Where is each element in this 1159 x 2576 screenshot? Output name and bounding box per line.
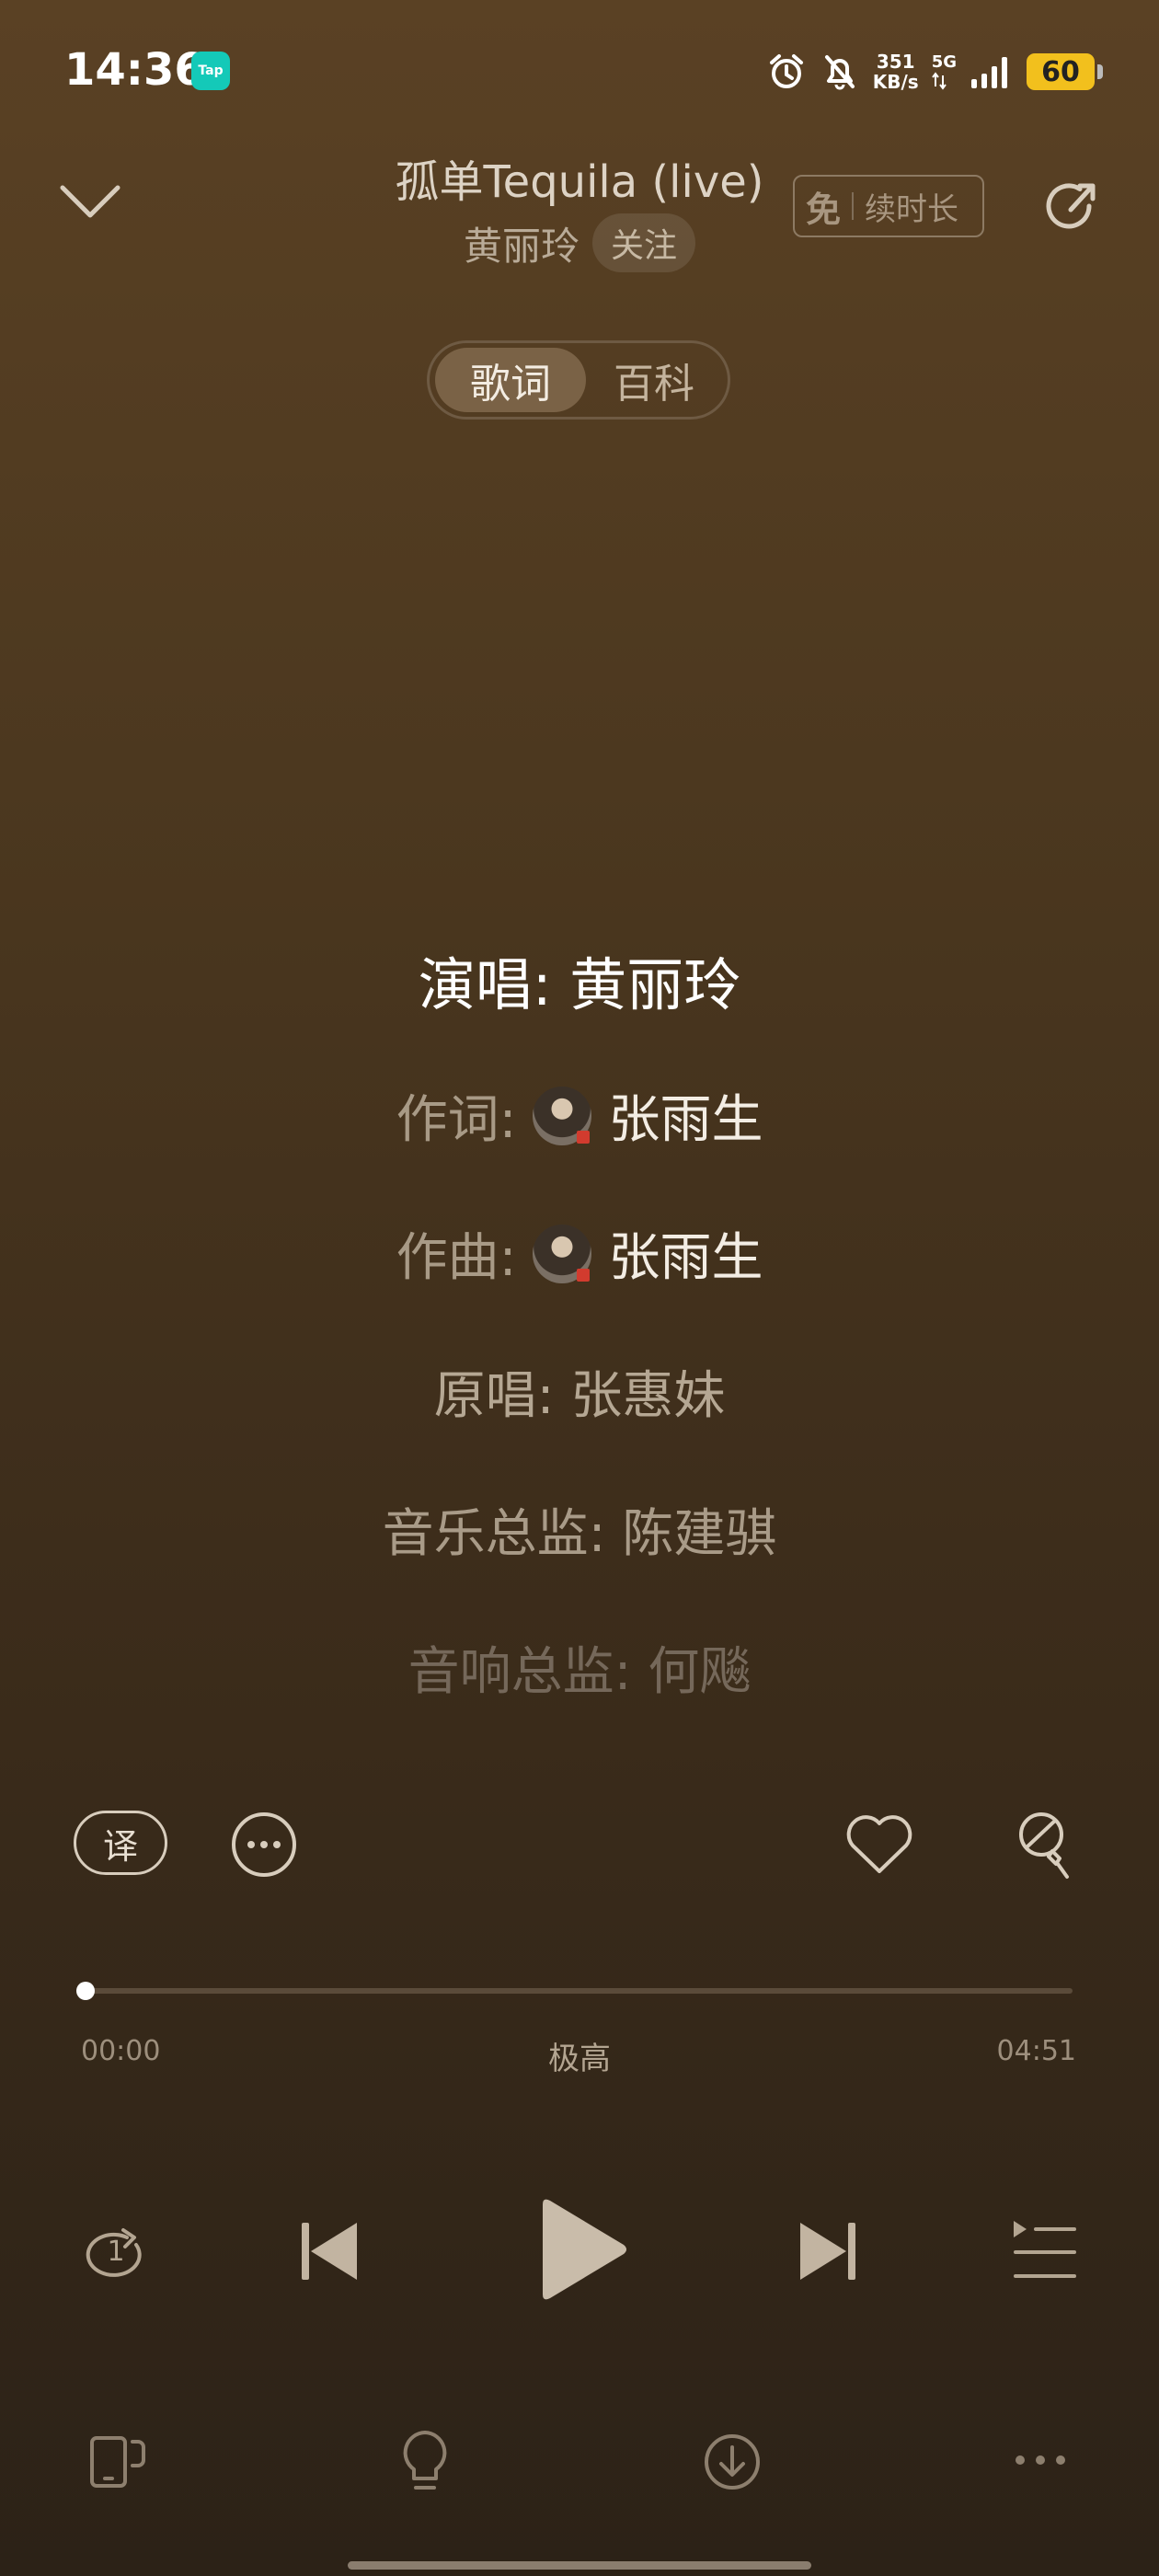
karaoke-microphone-icon[interactable] bbox=[1016, 1809, 1076, 1882]
extend-duration-button[interactable]: 免 续时长 bbox=[793, 175, 984, 237]
battery-indicator: 60 bbox=[1027, 53, 1103, 90]
avatar[interactable] bbox=[533, 1224, 592, 1283]
lyric-line-singer: 演唱: 黄丽玲 bbox=[418, 951, 741, 1018]
share-refresh-icon[interactable] bbox=[1036, 173, 1102, 239]
status-icons: 351 KB/s 5G 60 bbox=[766, 46, 1103, 98]
avatar[interactable] bbox=[533, 1086, 592, 1145]
progress-track[interactable] bbox=[83, 1988, 1073, 1994]
alarm-icon bbox=[769, 54, 803, 88]
lyric-line-music-director: 音乐总监: 陈建骐 bbox=[382, 1504, 777, 1564]
status-time: 14:36 bbox=[64, 44, 205, 96]
download-icon[interactable] bbox=[703, 2432, 762, 2491]
lightbulb-icon[interactable] bbox=[399, 2429, 451, 2495]
total-time: 04:51 bbox=[996, 2035, 1076, 2067]
free-badge: 免 bbox=[806, 189, 842, 230]
network-5g-label: 5G bbox=[931, 52, 957, 72]
next-track-icon[interactable] bbox=[797, 2219, 857, 2283]
artist-name[interactable]: 黄丽玲 bbox=[464, 215, 580, 271]
play-icon[interactable] bbox=[532, 2197, 629, 2306]
network-speed-unit: KB/s bbox=[872, 71, 919, 93]
progress-knob[interactable] bbox=[76, 1982, 95, 2000]
more-menu-icon[interactable] bbox=[1014, 2451, 1067, 2469]
network-type: 5G bbox=[932, 53, 957, 90]
data-arrows-icon bbox=[931, 72, 947, 90]
network-speed-value: 351 bbox=[876, 51, 915, 73]
lyricist-name[interactable]: 张雨生 bbox=[608, 1078, 763, 1153]
tab-wiki[interactable]: 百科 bbox=[586, 348, 722, 412]
playlist-queue-icon[interactable] bbox=[1012, 2219, 1076, 2280]
audio-quality-button[interactable]: 极高 bbox=[0, 2033, 1159, 2078]
network-speed: 351 KB/s bbox=[873, 52, 919, 92]
composer-label: 作曲: bbox=[396, 1228, 517, 1288]
previous-track-icon[interactable] bbox=[300, 2219, 361, 2283]
more-options-icon[interactable] bbox=[230, 1811, 298, 1879]
divider bbox=[852, 192, 855, 220]
repeat-one-button[interactable]: 1 bbox=[79, 2217, 153, 2291]
repeat-count: 1 bbox=[107, 2236, 125, 2268]
artist-row: 黄丽玲 关注 bbox=[0, 213, 1159, 272]
home-indicator[interactable] bbox=[348, 2561, 811, 2570]
lyricist-label: 作词: bbox=[396, 1090, 517, 1150]
bell-muted-icon bbox=[824, 55, 855, 90]
lyric-line-lyricist: 作词: 张雨生 bbox=[0, 1078, 1159, 1153]
translate-button[interactable]: 译 bbox=[74, 1811, 167, 1875]
tab-lyrics[interactable]: 歌词 bbox=[435, 348, 586, 412]
signal-icon bbox=[971, 57, 1007, 88]
heart-like-icon[interactable] bbox=[844, 1811, 914, 1877]
lyric-line-sound-director: 音响总监: 何飚 bbox=[407, 1642, 752, 1702]
song-title: 孤单Tequila (live) bbox=[395, 156, 764, 208]
device-switch-icon[interactable] bbox=[88, 2432, 149, 2491]
lyric-line-composer: 作曲: 张雨生 bbox=[0, 1216, 1159, 1291]
composer-name[interactable]: 张雨生 bbox=[608, 1216, 763, 1291]
tap-app-badge-icon: Tap bbox=[191, 52, 230, 90]
follow-button[interactable]: 关注 bbox=[592, 213, 696, 272]
lyrics-wiki-tabs: 歌词 百科 bbox=[427, 340, 730, 420]
extend-duration-label: 续时长 bbox=[865, 190, 959, 228]
lyric-line-original-singer: 原唱: 张惠妹 bbox=[433, 1366, 726, 1426]
